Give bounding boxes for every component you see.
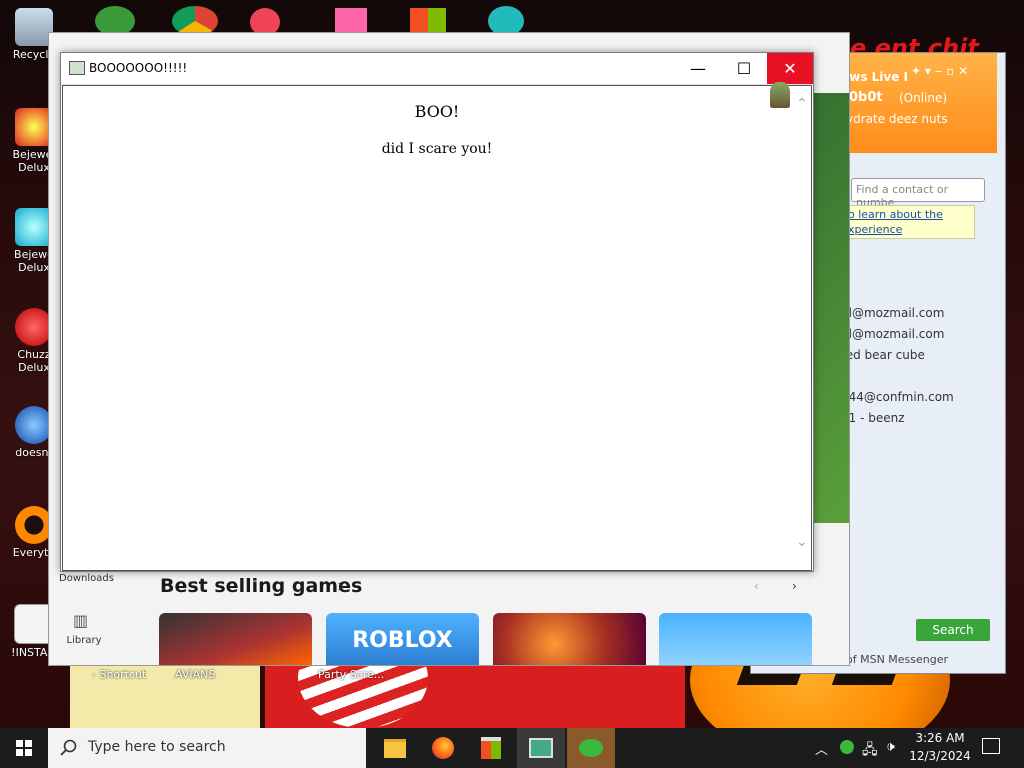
msn-search-input[interactable]: Find a contact or numbe (851, 178, 985, 209)
desktop-label: AVIANS (175, 668, 216, 681)
msn-banner-link[interactable]: xperience (848, 223, 902, 236)
firefox-icon (432, 737, 454, 759)
store-icon (481, 737, 501, 759)
msn-people-icon (579, 739, 603, 757)
volume-icon[interactable]: 🕩 (886, 739, 895, 755)
store-section-title[interactable]: Best selling games (160, 575, 362, 597)
taskbar-msn[interactable] (567, 728, 615, 768)
notification-icon[interactable] (982, 738, 1000, 754)
desktop-label: - Shortcut (92, 668, 147, 681)
taskbar-store[interactable] (467, 728, 515, 768)
msn-tray-icon[interactable] (840, 740, 854, 754)
store-game-tile[interactable] (659, 613, 812, 665)
desktop-label: Party Scre... (318, 668, 385, 681)
msn-contact[interactable]: gl@mozmail.com (841, 327, 944, 341)
msn-status[interactable]: (Online) (899, 91, 947, 105)
library-icon: ▥ (73, 611, 89, 630)
window-app-icon (69, 61, 85, 75)
taskbar-boo-window[interactable] (517, 728, 565, 768)
clock-time[interactable]: 3:26 AM (908, 731, 972, 745)
chevron-up-icon[interactable]: ︿ (815, 739, 828, 758)
boo-window[interactable]: BOOOOOOO!!!!! — ☐ ✕ BOO! did I scare you… (60, 52, 814, 572)
store-game-tile[interactable] (159, 613, 312, 665)
store-game-tile-roblox[interactable]: ROBLOX (326, 613, 479, 665)
store-sidebar-downloads[interactable]: Downloads (59, 573, 114, 584)
store-sidebar-library[interactable]: Library (59, 635, 109, 646)
msn-contact[interactable]: ted bear cube (841, 348, 925, 362)
msn-contact[interactable]: 11 - beenz (841, 411, 905, 425)
close-button[interactable]: ✕ (767, 53, 813, 84)
taskbar-file-explorer[interactable] (371, 728, 419, 768)
network-icon[interactable]: 🖧 (862, 739, 878, 763)
taskbar-firefox[interactable] (419, 728, 467, 768)
desktop-icon-label: Chuzz Delux (17, 348, 51, 374)
msn-banner[interactable]: o learn about the xperience (845, 205, 975, 239)
scroll-up-icon[interactable]: ⌃ (796, 96, 808, 112)
clock-date[interactable]: 12/3/2024 (908, 749, 972, 763)
search-icon (60, 739, 77, 756)
boo-content-area: BOO! did I scare you! ⌃ ⌄ (62, 82, 812, 571)
msn-banner-link[interactable]: o learn about the (848, 208, 943, 221)
store-game-tile[interactable] (493, 613, 646, 665)
taskbar-search-placeholder: Type here to search (88, 739, 226, 755)
msn-search-button[interactable]: Search (916, 619, 990, 641)
taskbar: Type here to search ︿ 🖧 🕩 3:26 AM 12/3/2… (0, 728, 1024, 768)
msn-personal-message[interactable]: ydrate deez nuts (846, 112, 948, 126)
window-icon (529, 738, 553, 758)
boo-heading: BOO! (414, 102, 460, 121)
boo-titlebar[interactable]: BOOOOOOO!!!!! — ☐ ✕ (61, 53, 813, 85)
sprite-icon (770, 82, 790, 108)
scroll-down-icon[interactable]: ⌄ (796, 534, 808, 550)
msn-contact[interactable]: 144@confmin.com (841, 390, 954, 404)
chevron-right-icon[interactable]: › (337, 575, 345, 597)
msn-user-name: 0b0t (849, 90, 883, 105)
folder-icon (384, 738, 406, 758)
msn-title: ows Live I (841, 70, 909, 84)
minimize-button[interactable]: — (675, 53, 721, 84)
start-button[interactable] (0, 728, 48, 768)
window-title: BOOOOOOO!!!!! (89, 61, 188, 75)
boo-message: did I scare you! (381, 141, 493, 157)
msn-footer: of MSN Messenger (846, 653, 949, 666)
msn-controls[interactable]: ✦ ▾ ‒ ▫ ✕ (911, 64, 968, 78)
taskbar-search-box[interactable]: Type here to search (48, 728, 366, 768)
maximize-button[interactable]: ☐ (721, 53, 767, 84)
chevron-right-icon[interactable]: › (792, 579, 797, 593)
chevron-left-icon[interactable]: ‹ (754, 579, 759, 593)
windows-start-icon (16, 740, 32, 756)
msn-contact[interactable]: gl@mozmail.com (841, 306, 944, 320)
